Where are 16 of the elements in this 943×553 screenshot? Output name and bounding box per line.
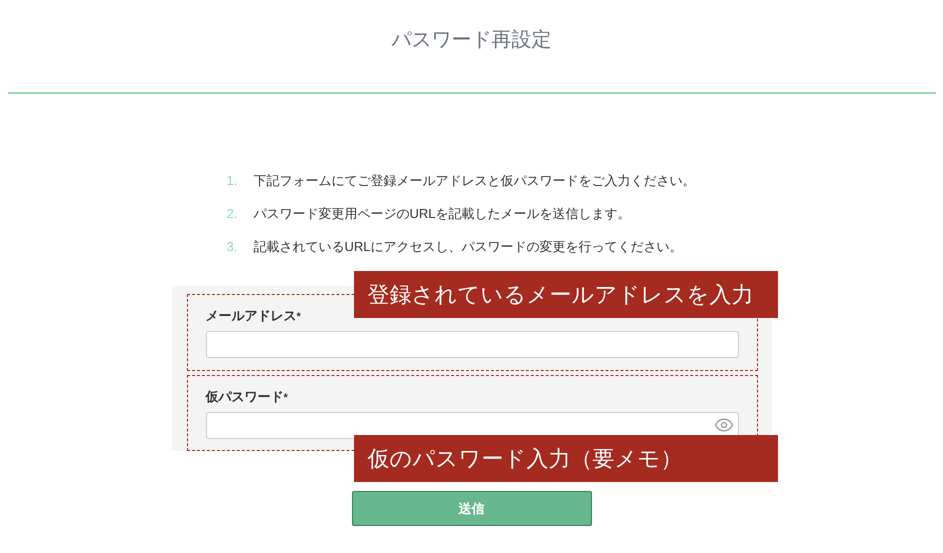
step-number: 3.	[226, 238, 238, 256]
page-title: パスワード再設定	[392, 28, 552, 53]
input-field[interactable]	[206, 331, 738, 358]
submit-button[interactable]: 送信	[352, 491, 592, 526]
field-label: メールアドレス	[206, 307, 296, 325]
step-text: パスワード変更用ページのURLを記載したメールを送信します。	[254, 205, 631, 223]
required-mark: *	[284, 390, 288, 406]
annotation-label: 登録されているメールアドレスを入力	[354, 271, 778, 318]
required-mark: *	[296, 310, 301, 325]
step-text: 下記フォームにてご登録メールアドレスと仮パスワードをご入力ください。	[254, 172, 696, 190]
step-number: 2.	[226, 205, 238, 223]
step-text: 記載されているURLにアクセスし、パスワードの変更を行ってください。	[254, 238, 683, 256]
annotation-label: 仮のパスワード入力（要メモ）	[354, 434, 778, 482]
field-label: 仮パスワード	[206, 388, 284, 406]
step-number: 1.	[226, 172, 238, 190]
input-field[interactable]	[206, 412, 738, 438]
